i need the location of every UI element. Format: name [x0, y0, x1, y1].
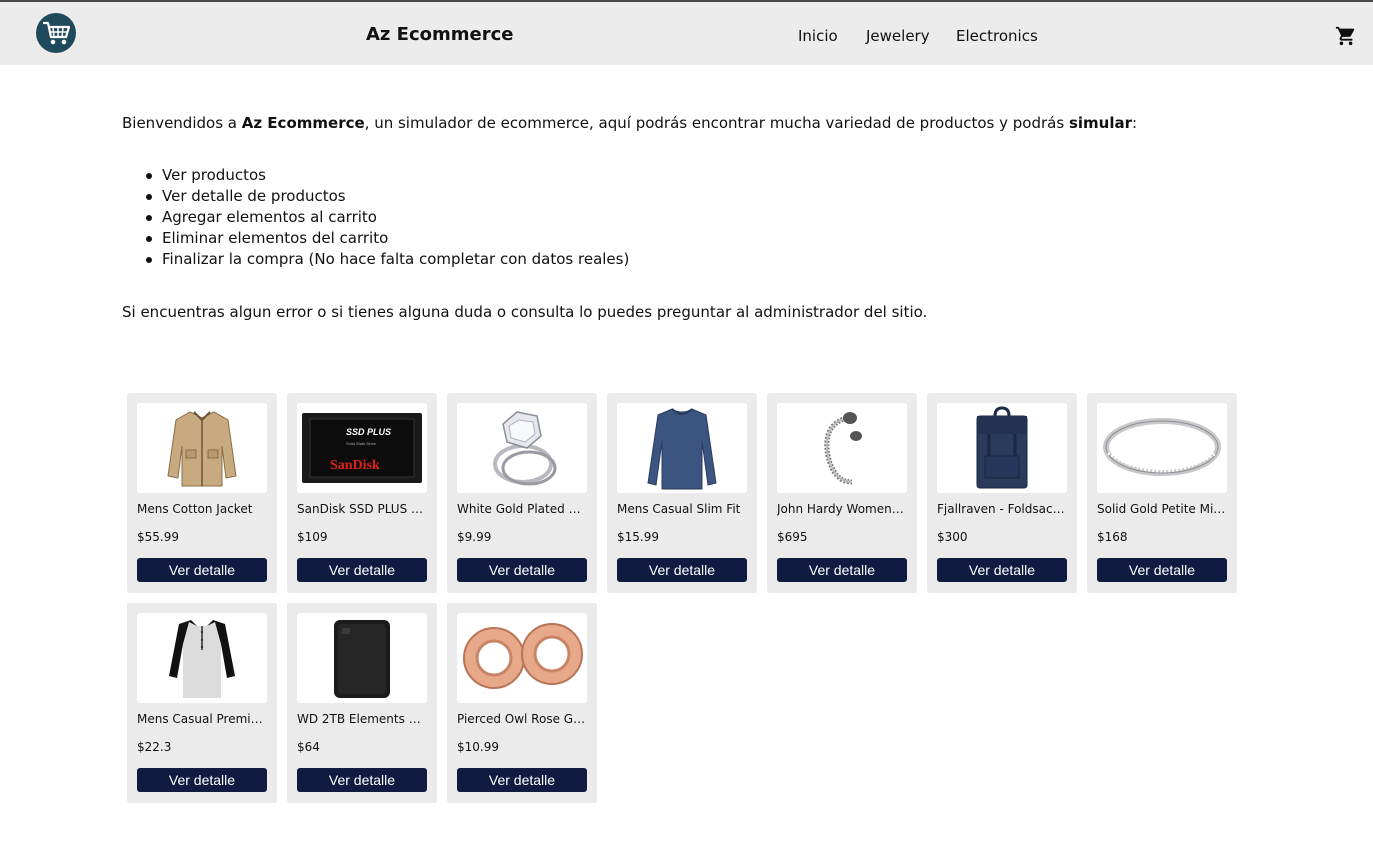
bracelet-image[interactable]	[777, 403, 907, 493]
feature-item: Ver productos	[145, 165, 629, 186]
view-detail-button[interactable]: Ver detalle	[137, 558, 267, 582]
intro-brand: Az Ecommerce	[241, 114, 365, 132]
product-price: $15.99	[617, 530, 659, 544]
shirt-image[interactable]	[617, 403, 747, 493]
product-price: $55.99	[137, 530, 179, 544]
product-price: $300	[937, 530, 968, 544]
product-card: Fjallraven - Foldsack No. 1 Backpack $30…	[927, 393, 1077, 593]
product-price: $64	[297, 740, 320, 754]
product-name: John Hardy Women's Legends Naga	[777, 502, 907, 516]
product-card: Pierced Owl Rose Gold Plated $10.99 Ver …	[447, 603, 597, 803]
product-name: Mens Cotton Jacket	[137, 502, 253, 516]
view-detail-button[interactable]: Ver detalle	[297, 768, 427, 792]
product-price: $10.99	[457, 740, 499, 754]
product-name: Mens Casual Premium Slim Fit T-Shirts	[137, 712, 267, 726]
svg-text:Solid State Drive: Solid State Drive	[346, 441, 377, 446]
nav-link-jewelery[interactable]: Jewelery	[866, 27, 930, 45]
welcome-text: Bienvendidos a Az Ecommerce, un simulado…	[122, 113, 1252, 134]
svg-text:SanDisk: SanDisk	[330, 458, 380, 473]
top-navbar: Az Ecommerce Inicio Jewelery Electronics	[0, 0, 1373, 65]
cart-icon[interactable]	[1335, 25, 1357, 47]
view-detail-button[interactable]: Ver detalle	[137, 768, 267, 792]
view-detail-button[interactable]: Ver detalle	[457, 558, 587, 582]
ring-image[interactable]	[457, 403, 587, 493]
view-detail-button[interactable]: Ver detalle	[617, 558, 747, 582]
view-detail-button[interactable]: Ver detalle	[1097, 558, 1227, 582]
intro-text-1: Bienvendidos a	[122, 114, 242, 132]
product-grid: Mens Cotton Jacket $55.99 Ver detalle SS…	[127, 393, 1247, 803]
product-card: Mens Casual Slim Fit $15.99 Ver detalle	[607, 393, 757, 593]
ssd-image[interactable]: SSD PLUS Solid State Drive SanDisk	[297, 403, 427, 493]
feature-item: Eliminar elementos del carrito	[145, 228, 629, 249]
product-name: Mens Casual Slim Fit	[617, 502, 741, 516]
shopping-cart-logo-icon[interactable]	[36, 13, 76, 53]
product-card: John Hardy Women's Legends Naga $695 Ver…	[767, 393, 917, 593]
product-price: $695	[777, 530, 808, 544]
product-price: $9.99	[457, 530, 492, 544]
jacket-image[interactable]	[137, 403, 267, 493]
earrings-image[interactable]	[457, 613, 587, 703]
intro-text-2: , un simulador de ecommerce, aquí podrás…	[364, 114, 1069, 132]
product-name: White Gold Plated Princess	[457, 502, 587, 516]
intro-text-3: :	[1132, 114, 1138, 132]
product-name: Solid Gold Petite Micropave	[1097, 502, 1227, 516]
product-name: WD 2TB Elements Portable External Hard D…	[297, 712, 427, 726]
nav-link-electronics[interactable]: Electronics	[956, 27, 1038, 45]
product-price: $109	[297, 530, 328, 544]
harddrive-image[interactable]	[297, 613, 427, 703]
product-card: SSD PLUS Solid State Drive SanDisk SanDi…	[287, 393, 437, 593]
product-card: Solid Gold Petite Micropave $168 Ver det…	[1087, 393, 1237, 593]
product-card: White Gold Plated Princess $9.99 Ver det…	[447, 393, 597, 593]
product-price: $22.3	[137, 740, 172, 754]
product-price: $168	[1097, 530, 1128, 544]
feature-list: Ver productos Ver detalle de productos A…	[145, 165, 630, 270]
svg-text:SSD PLUS: SSD PLUS	[346, 427, 391, 437]
brand-title[interactable]: Az Ecommerce	[366, 24, 513, 45]
band-ring-image[interactable]	[1097, 403, 1227, 493]
feature-item: Agregar elementos al carrito	[145, 207, 629, 228]
feature-item: Finalizar la compra (No hace falta compl…	[145, 250, 630, 268]
contact-note: Si encuentras algun error o si tienes al…	[122, 303, 928, 321]
product-name: SanDisk SSD PLUS 1TB Internal SSD	[297, 502, 427, 516]
view-detail-button[interactable]: Ver detalle	[457, 768, 587, 792]
view-detail-button[interactable]: Ver detalle	[937, 558, 1067, 582]
intro-simular: simular	[1068, 114, 1132, 132]
view-detail-button[interactable]: Ver detalle	[297, 558, 427, 582]
product-card: Mens Cotton Jacket $55.99 Ver detalle	[127, 393, 277, 593]
product-card: Mens Casual Premium Slim Fit T-Shirts $2…	[127, 603, 277, 803]
product-card: WD 2TB Elements Portable External Hard D…	[287, 603, 437, 803]
product-name: Fjallraven - Foldsack No. 1 Backpack	[937, 502, 1067, 516]
feature-item: Ver detalle de productos	[145, 186, 629, 207]
product-name: Pierced Owl Rose Gold Plated	[457, 712, 587, 726]
backpack-image[interactable]	[937, 403, 1067, 493]
view-detail-button[interactable]: Ver detalle	[777, 558, 907, 582]
tshirt-image[interactable]	[137, 613, 267, 703]
nav-link-inicio[interactable]: Inicio	[798, 27, 838, 45]
